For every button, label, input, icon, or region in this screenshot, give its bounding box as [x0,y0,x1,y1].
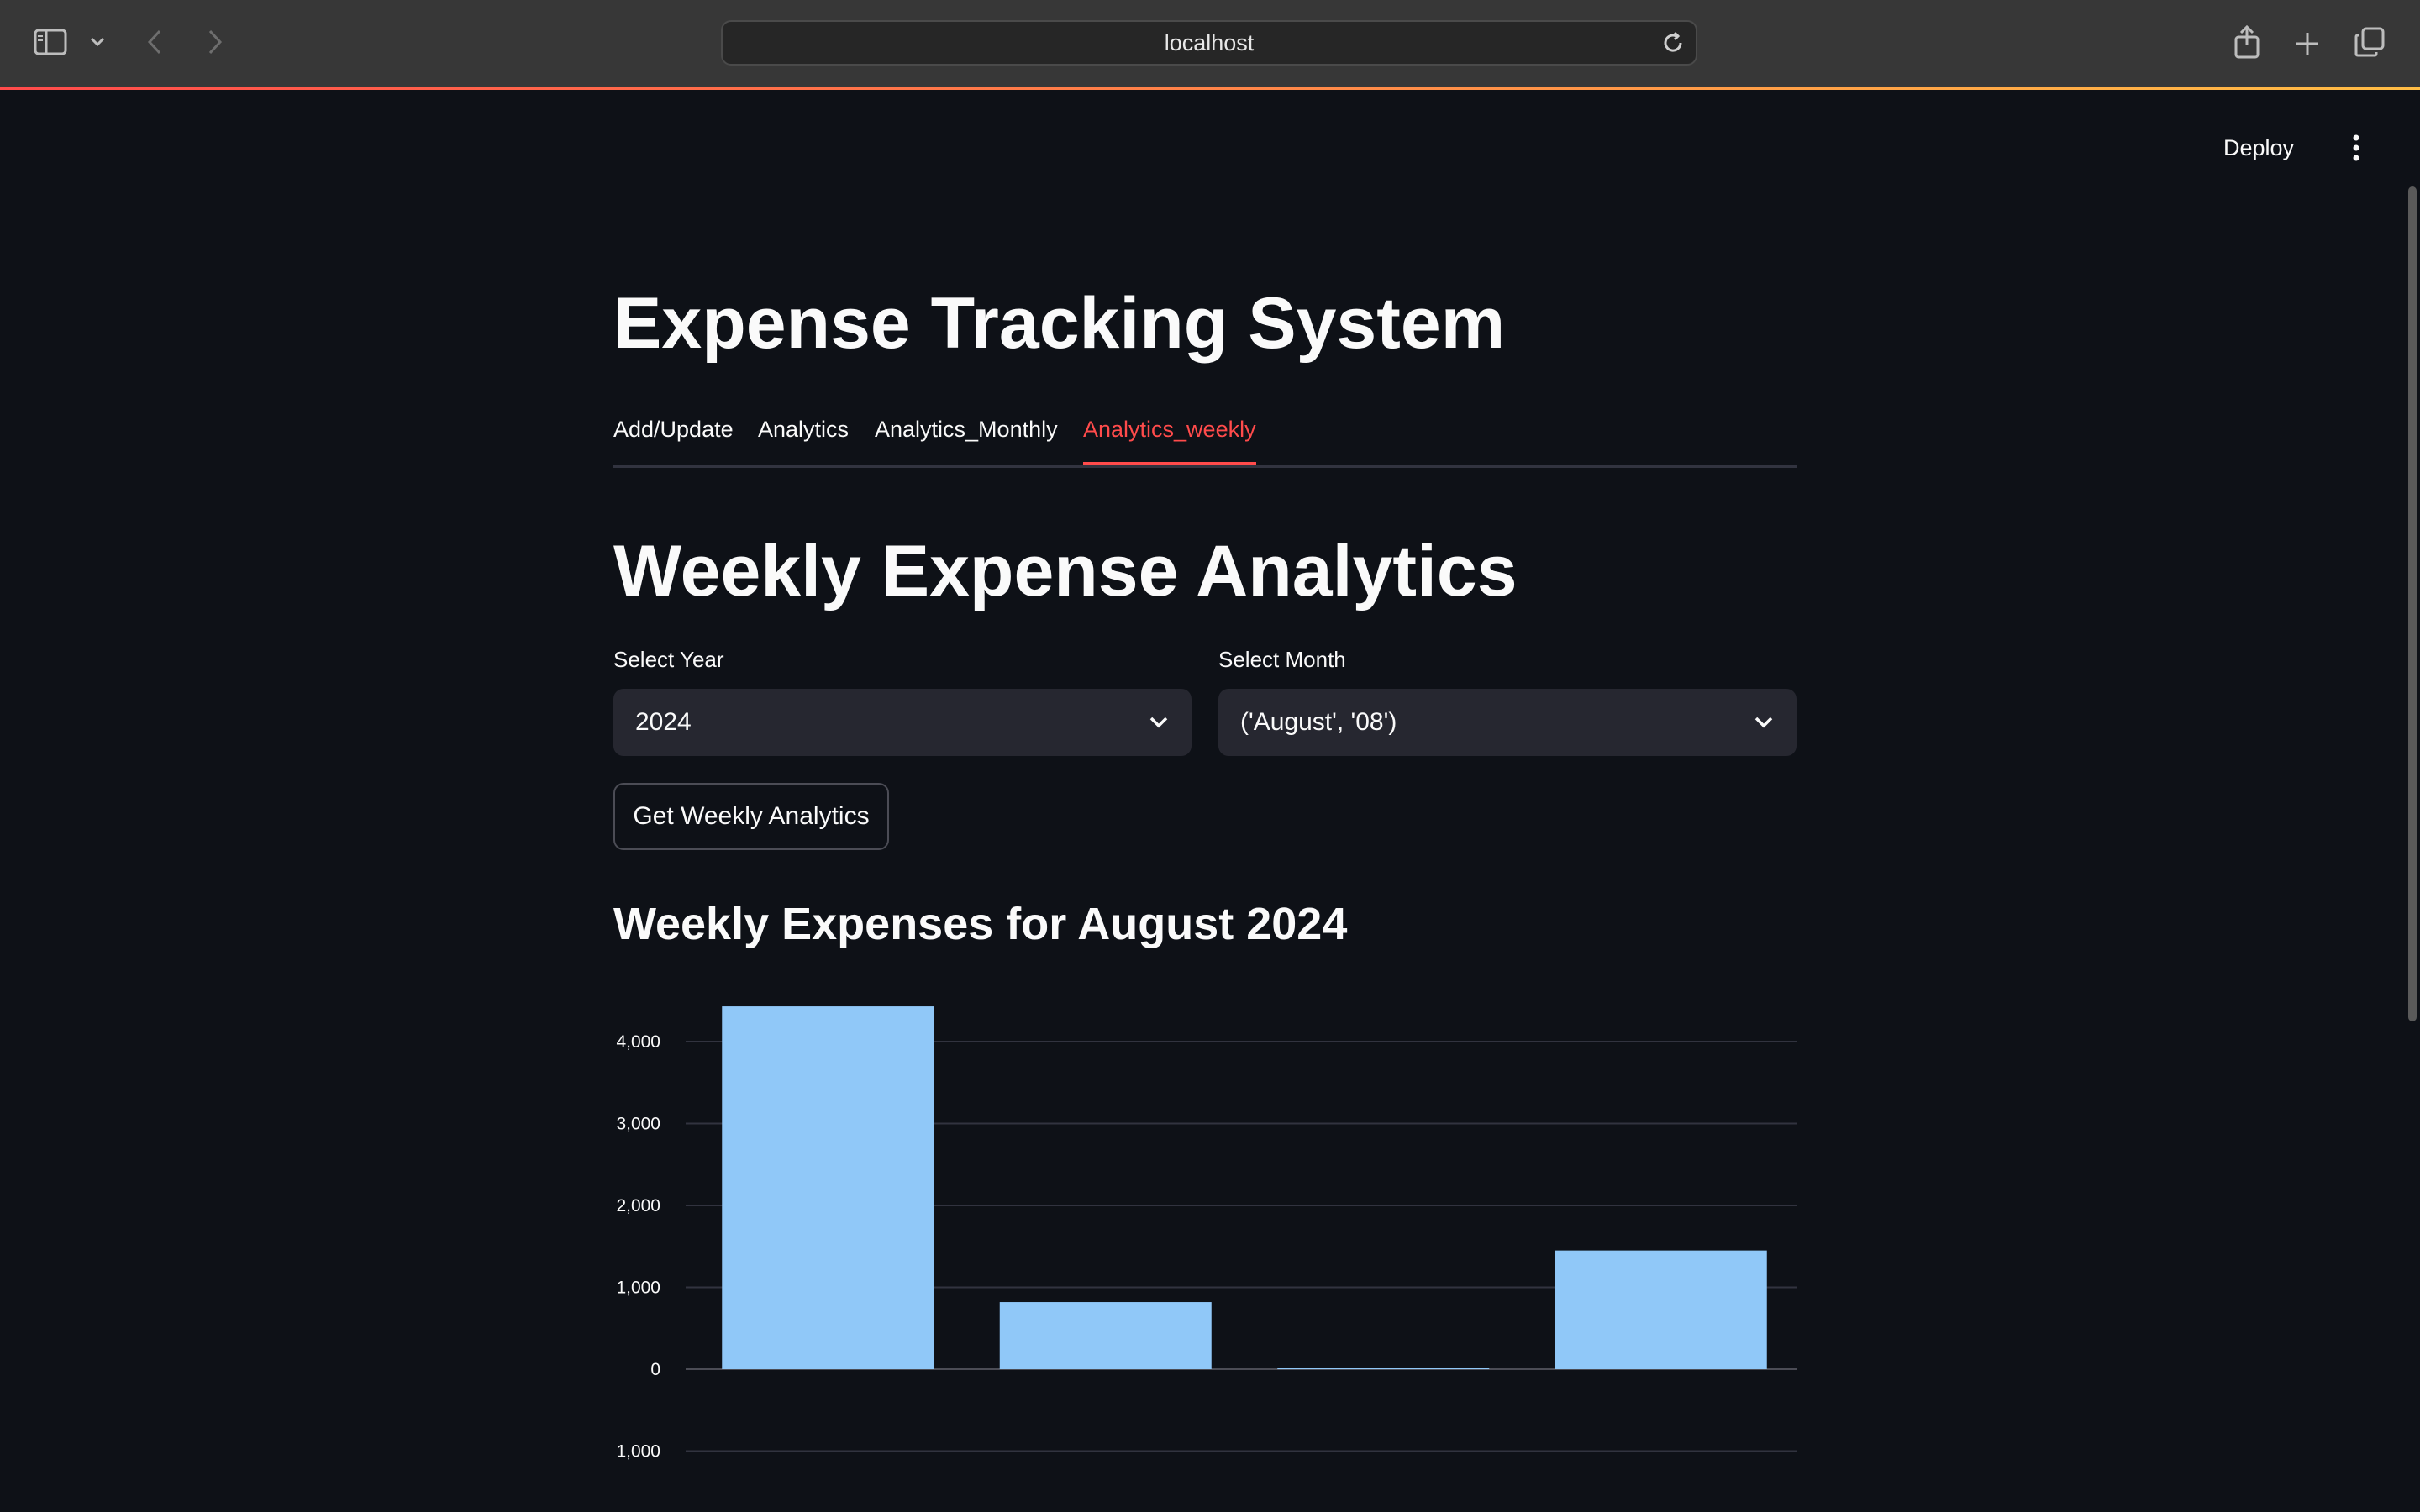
tab-analytics[interactable]: Analytics [758,412,849,465]
share-icon[interactable] [2230,24,2264,60]
month-select-value: ('August', '08') [1240,708,1397,736]
tab-analytics-weekly[interactable]: Analytics_weekly [1083,412,1256,465]
address-bar[interactable]: localhost [721,20,1697,66]
chart-bar[interactable] [722,1006,934,1369]
weekly-expenses-chart: 4,000 3,000 2,000 1,000 0 1,000 [616,1006,1797,1462]
forward-icon[interactable] [202,27,229,57]
back-icon[interactable] [141,27,168,57]
sidebar-icon[interactable] [34,27,67,57]
chevron-down-icon[interactable] [87,34,108,50]
loading-bar [0,87,2420,90]
app-title: Expense Tracking System [613,283,1506,364]
y-tick-label: 0 [650,1360,660,1379]
chevron-down-icon [1753,711,1775,740]
tab-bar: Add/Update Analytics Analytics_Monthly A… [613,412,1797,468]
y-tick-label: 3,000 [616,1115,660,1134]
deploy-button[interactable]: Deploy [2223,129,2294,166]
chart-heading: Weekly Expenses for August 2024 [613,899,1348,949]
year-select[interactable]: 2024 [613,689,1192,756]
chart-bar[interactable] [999,1302,1212,1369]
scrollbar[interactable] [2408,186,2417,1021]
tab-analytics-monthly[interactable]: Analytics_Monthly [875,412,1058,465]
page-heading: Weekly Expense Analytics [613,531,1518,612]
y-tick-label: 4,000 [616,1032,660,1052]
browser-toolbar: localhost [0,0,2420,87]
y-tick-label: 1,000 [616,1278,660,1298]
plus-icon[interactable] [2291,27,2324,60]
reload-icon[interactable] [1660,30,1686,60]
tabs-icon[interactable] [2353,25,2386,59]
kebab-icon[interactable] [2341,133,2371,163]
chevron-down-icon [1148,711,1170,740]
year-select-value: 2024 [635,708,692,736]
url-text: localhost [1164,29,1255,55]
y-tick-label: 2,000 [616,1196,660,1215]
month-label: Select Month [1218,647,1346,672]
y-tick-label: 1,000 [616,1442,660,1462]
chart-bar[interactable] [1555,1250,1767,1369]
chart-bar[interactable] [1277,1368,1490,1370]
get-weekly-analytics-button[interactable]: Get Weekly Analytics [613,783,889,850]
year-label: Select Year [613,647,724,672]
tab-add-update[interactable]: Add/Update [613,412,734,465]
month-select[interactable]: ('August', '08') [1218,689,1797,756]
